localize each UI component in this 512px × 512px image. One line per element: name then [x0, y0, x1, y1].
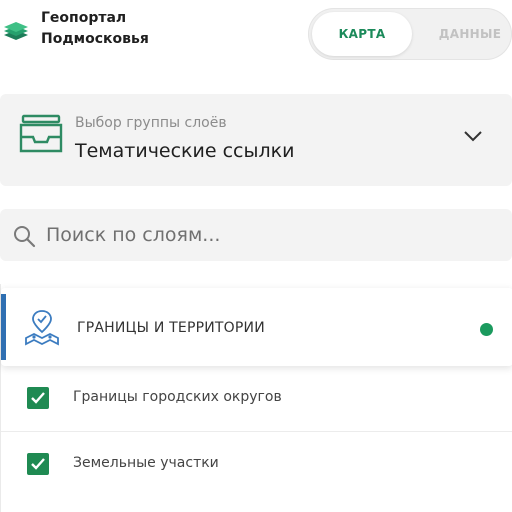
layer-item-city-boundaries[interactable]: Границы городских округов [1, 366, 512, 432]
app-header: Геопортал Подмосковья КАРТА ДАННЫЕ [0, 0, 512, 70]
app-title-line1: Геопортал [41, 10, 127, 26]
layer-group-caption: Выбор группы слоёв [75, 115, 227, 131]
chevron-down-icon[interactable] [462, 128, 484, 144]
search-input[interactable] [46, 214, 496, 256]
layer-item-land-plots[interactable]: Земельные участки [1, 432, 512, 498]
app-title[interactable]: Геопортал Подмосковья [41, 8, 149, 50]
layer-checkbox[interactable] [27, 387, 49, 409]
tab-map[interactable]: КАРТА [312, 12, 412, 56]
layer-group-title: ГРАНИЦЫ И ТЕРРИТОРИИ [77, 320, 265, 336]
search-icon [14, 226, 36, 248]
tab-data[interactable]: ДАННЫЕ [420, 12, 512, 56]
app-title-line2: Подмосковья [41, 31, 149, 47]
layers-logo-icon[interactable] [2, 20, 30, 44]
layer-label: Границы городских округов [73, 389, 282, 405]
territory-icon [25, 310, 59, 346]
layer-checkbox[interactable] [27, 453, 49, 475]
layer-list: ГРАНИЦЫ И ТЕРРИТОРИИ Границы городских о… [0, 284, 512, 512]
group-status-dot [480, 323, 493, 336]
layer-label: Земельные участки [73, 455, 219, 471]
inbox-tray-icon [19, 114, 63, 153]
map-data-switch: КАРТА ДАННЫЕ [308, 8, 512, 60]
check-icon [31, 458, 45, 470]
layer-group-card[interactable]: ГРАНИЦЫ И ТЕРРИТОРИИ [1, 288, 512, 366]
active-group-accent [1, 294, 6, 360]
check-icon [31, 392, 45, 404]
layer-group-value: Тематические ссылки [75, 140, 295, 162]
